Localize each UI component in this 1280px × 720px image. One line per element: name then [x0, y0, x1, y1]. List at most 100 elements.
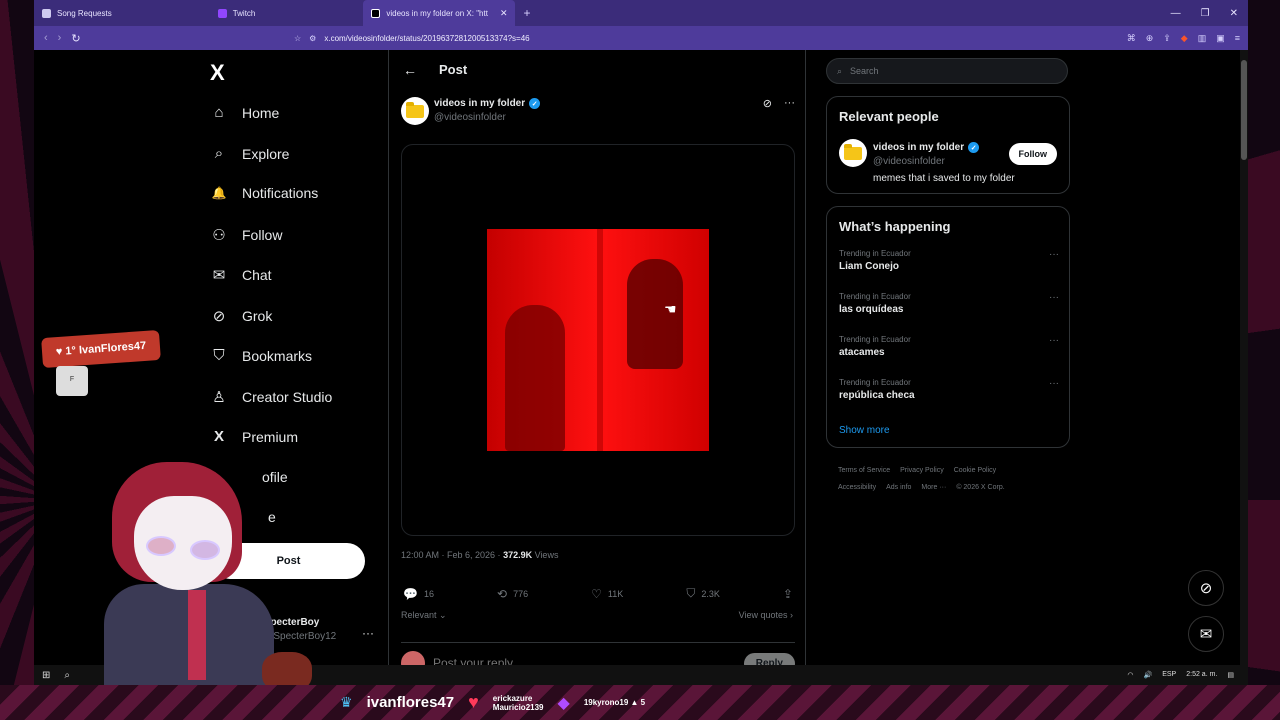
- windows-start-icon[interactable]: ⊞: [42, 670, 50, 681]
- search-box[interactable]: ⌕ Search: [826, 58, 1068, 84]
- more-options-icon[interactable]: ···: [1049, 335, 1059, 346]
- video-player[interactable]: ☚: [487, 229, 709, 451]
- author-avatar[interactable]: [401, 97, 429, 125]
- nav-creator-studio[interactable]: ♙ Creator Studio: [210, 388, 332, 406]
- volume-icon[interactable]: 🔊: [1144, 671, 1153, 679]
- view-quotes-link[interactable]: View quotes ›: [739, 610, 793, 620]
- more-options-icon[interactable]: ···: [784, 97, 795, 110]
- share-icon: ⇪: [782, 586, 793, 601]
- back-nav-icon[interactable]: ‹: [44, 32, 48, 44]
- more-icon[interactable]: ···: [362, 626, 374, 640]
- bookmark-page-icon[interactable]: ☆: [294, 34, 301, 43]
- tab-x-post[interactable]: videos in my folder on X: "htt ✕: [363, 0, 516, 26]
- trend-item[interactable]: Trending in Ecuador república checa ···: [839, 378, 1059, 401]
- video-frame-divider: [597, 229, 603, 451]
- footer-link[interactable]: Terms of Service: [838, 467, 890, 474]
- messages-icon[interactable]: ✉: [1188, 616, 1224, 652]
- forward-nav-icon[interactable]: ›: [58, 32, 62, 44]
- maximize-icon[interactable]: ❐: [1201, 8, 1210, 19]
- minimize-icon[interactable]: —: [1171, 8, 1181, 19]
- footer-link[interactable]: Cookie Policy: [954, 467, 996, 474]
- nav-explore[interactable]: ⌕ Explore: [210, 145, 290, 162]
- footer-link[interactable]: Accessibility: [838, 484, 876, 491]
- zoom-icon[interactable]: ⊕: [1146, 33, 1154, 44]
- avatar-tie: [188, 590, 206, 680]
- person-name[interactable]: videos in my folder ✓: [873, 142, 980, 153]
- menu-icon[interactable]: ≡: [1235, 33, 1240, 44]
- nav-label: Notifications: [242, 185, 319, 201]
- reply-action[interactable]: 💬 16: [403, 586, 434, 601]
- wallet-icon[interactable]: ▣: [1216, 33, 1225, 44]
- browser-toolbar: ‹ › ↻ ☆ ⚙ x.com/videosinfolder/status/20…: [34, 26, 1248, 50]
- clock[interactable]: 2:52 a. m.: [1186, 671, 1217, 679]
- more-options-icon[interactable]: ···: [1049, 249, 1059, 260]
- footer-link[interactable]: Privacy Policy: [900, 467, 944, 474]
- site-info-icon[interactable]: ⚙: [309, 34, 316, 43]
- more-options-icon[interactable]: ···: [1049, 378, 1059, 389]
- search-icon[interactable]: ⌕: [64, 670, 70, 681]
- reply-sort-dropdown[interactable]: Relevant ⌄: [401, 610, 447, 621]
- author-handle[interactable]: @videosinfolder: [434, 112, 506, 123]
- share-icon[interactable]: ⇪: [1163, 33, 1171, 44]
- x-logo[interactable]: X: [210, 60, 225, 86]
- nav-premium[interactable]: X Premium: [210, 428, 298, 445]
- grok-icon[interactable]: ⊘: [1188, 570, 1224, 606]
- featured-username: ivanflores47: [366, 694, 455, 711]
- nav-home[interactable]: ⌂ Home: [210, 104, 279, 121]
- author-name-text: videos in my folder: [434, 98, 526, 109]
- notifications-icon[interactable]: ▤: [1227, 671, 1234, 679]
- person-handle[interactable]: @videosinfolder: [873, 156, 945, 167]
- nav-label: Home: [242, 104, 280, 121]
- footer-links: Terms of Service Privacy Policy Cookie Pol…: [838, 462, 1068, 496]
- bits-counter: 19kyrono19 ▲ 5: [583, 698, 646, 707]
- trend-item[interactable]: Trending in Ecuador Liam Conejo ···: [839, 249, 1059, 272]
- more-options-icon[interactable]: ···: [1049, 292, 1059, 303]
- back-arrow-icon[interactable]: ←: [403, 62, 417, 78]
- close-tab-icon[interactable]: ✕: [500, 8, 508, 19]
- language-indicator[interactable]: ESP: [1162, 671, 1176, 679]
- browser-extensions: ⌘ ⊕ ⇪ ◆ ▥ ▣ ≡: [1127, 33, 1240, 44]
- sidebar-icon[interactable]: ▥: [1198, 33, 1207, 44]
- brave-shield-icon[interactable]: ◆: [1181, 33, 1188, 44]
- reply-input[interactable]: [433, 656, 736, 665]
- footer-link[interactable]: More ···: [921, 484, 946, 491]
- repost-action[interactable]: ⟲ 776: [497, 586, 528, 601]
- reload-icon[interactable]: ↻: [71, 32, 80, 45]
- tab-song-requests[interactable]: Song Requests: [34, 0, 120, 26]
- grok-icon[interactable]: ⊘: [763, 97, 772, 110]
- nav-follow[interactable]: ⚇ Follow: [210, 226, 282, 244]
- views-label: Views: [532, 550, 559, 560]
- person-avatar[interactable]: [839, 139, 867, 167]
- wifi-icon[interactable]: ◠: [1127, 671, 1133, 679]
- trend-item[interactable]: Trending in Ecuador las orquídeas ···: [839, 292, 1059, 315]
- scrollbar[interactable]: [1240, 50, 1248, 665]
- share-action[interactable]: ⇪: [783, 586, 793, 601]
- url-text: x.com/videosinfolder/status/201963728120…: [324, 33, 530, 43]
- bookmark-icon: ⛉: [213, 347, 225, 364]
- scrollbar-thumb[interactable]: [1241, 60, 1247, 160]
- trend-item[interactable]: Trending in Ecuador atacames ···: [839, 335, 1059, 358]
- translate-icon[interactable]: ⌘: [1127, 33, 1136, 44]
- search-icon: ⌕: [214, 145, 224, 162]
- footer-link[interactable]: Ads info: [886, 484, 911, 491]
- close-window-icon[interactable]: ✕: [1230, 8, 1238, 19]
- nav-chat[interactable]: ✉ Chat: [210, 266, 272, 284]
- avatar-glasses-right: [190, 540, 220, 560]
- bookmark-action[interactable]: ⛉ 2.3K: [686, 586, 720, 601]
- nav-grok[interactable]: ⊘ Grok: [210, 307, 273, 325]
- avatar-glasses-left: [146, 536, 176, 556]
- search-icon: ⌕: [837, 65, 843, 76]
- tab-twitch[interactable]: Twitch: [210, 0, 264, 26]
- nav-bookmarks[interactable]: ⛉ Bookmarks: [210, 347, 312, 364]
- follow-button[interactable]: Follow: [1008, 143, 1057, 165]
- grok-icon: ⊘: [212, 308, 226, 325]
- show-more-link[interactable]: Show more: [839, 425, 890, 436]
- trend-context: Trending in Ecuador: [839, 249, 911, 258]
- address-bar[interactable]: ☆ ⚙ x.com/videosinfolder/status/20196372…: [294, 29, 984, 47]
- like-action[interactable]: ♡ 11K: [591, 586, 623, 601]
- author-name[interactable]: videos in my folder ✓: [434, 98, 541, 109]
- reply-button[interactable]: Reply: [743, 652, 795, 665]
- new-tab-button[interactable]: +: [523, 6, 530, 20]
- nav-notifications[interactable]: 🔔 Notifications: [210, 185, 319, 201]
- gem-icon: ◆: [557, 694, 570, 712]
